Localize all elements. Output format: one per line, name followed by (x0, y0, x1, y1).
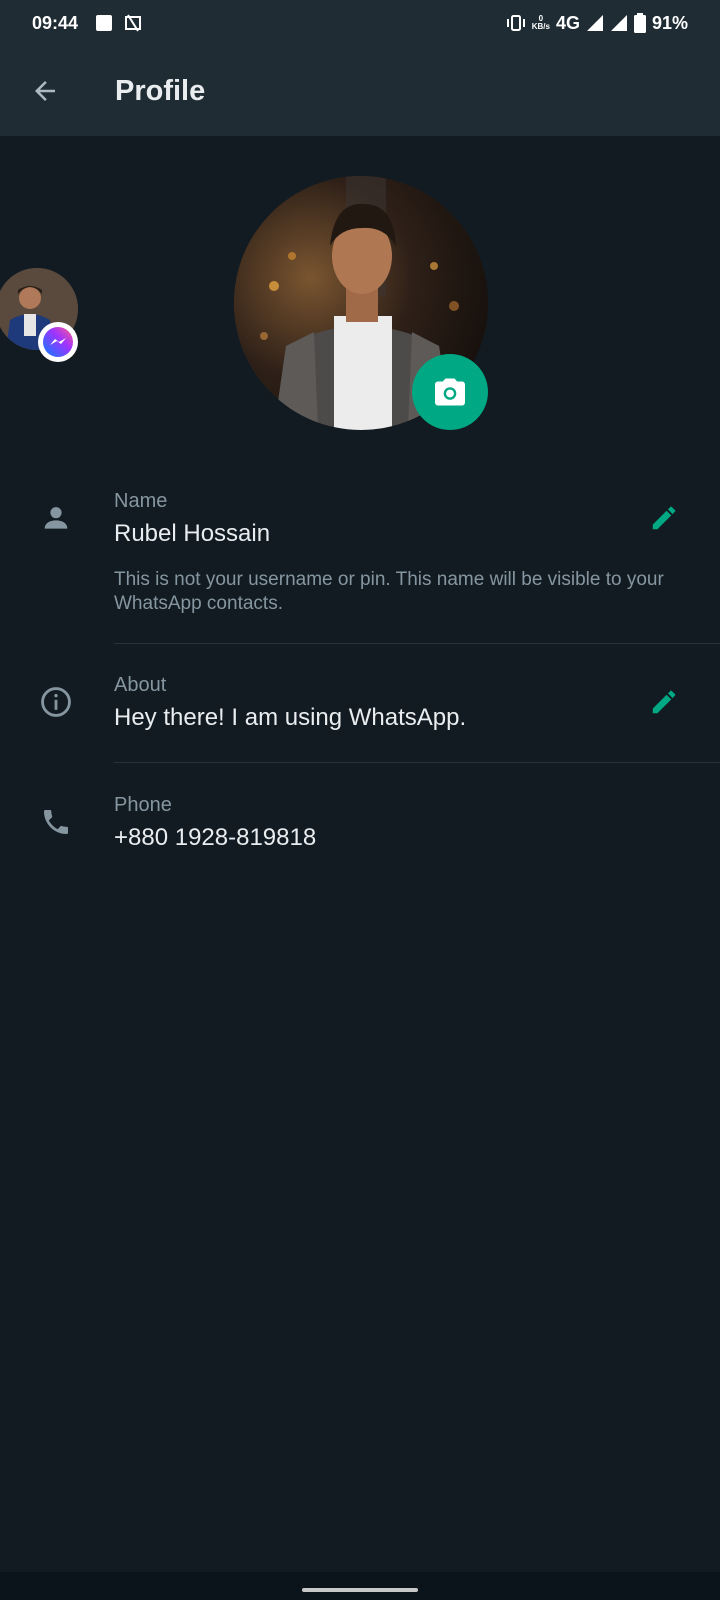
vibrate-icon (506, 15, 525, 31)
edit-about-button[interactable] (644, 682, 684, 722)
messenger-chat-head[interactable] (0, 268, 78, 362)
about-label: About (114, 674, 167, 696)
name-value: Rubel Hossain (114, 520, 271, 547)
status-bar: 09:44 0 KB/s 4G 91% (0, 0, 720, 46)
pencil-icon (652, 690, 676, 714)
phone-icon (44, 810, 68, 834)
edit-name-button[interactable] (644, 498, 684, 538)
phone-value: +880 1928-819818 (114, 824, 317, 851)
info-icon (41, 687, 71, 717)
signal-icon (586, 15, 603, 31)
screenshot-icon (125, 14, 142, 32)
name-icon-wrap (36, 498, 76, 538)
name-hint: This is not your username or pin. This n… (114, 569, 664, 614)
status-right-group: 0 KB/s 4G 91% (506, 13, 688, 34)
phone-row[interactable]: Phone +880 1928-819818 (0, 780, 720, 880)
profile-photo-container (234, 176, 488, 430)
app-bar: Profile (0, 46, 720, 136)
phone-icon-wrap (36, 802, 76, 842)
page-title: Profile (115, 74, 206, 107)
divider (114, 643, 720, 644)
about-row[interactable]: About Hey there! I am using WhatsApp. (0, 660, 720, 760)
change-photo-button[interactable] (412, 354, 488, 430)
pencil-icon (652, 506, 676, 530)
name-row[interactable]: Name Rubel Hossain This is not your user… (0, 470, 720, 630)
camera-icon (435, 378, 465, 406)
data-speed: 0 KB/s (532, 15, 550, 31)
home-gesture-handle[interactable] (302, 1588, 418, 1592)
phone-label: Phone (114, 794, 172, 816)
name-label: Name (114, 490, 168, 512)
messenger-icon (43, 327, 73, 357)
arrow-back-icon (35, 81, 55, 101)
about-icon-wrap (36, 682, 76, 722)
divider (114, 762, 720, 763)
battery-level: 91% (651, 12, 688, 33)
notification-square-icon (96, 15, 113, 31)
back-button[interactable] (15, 61, 75, 121)
messenger-badge (38, 322, 78, 362)
system-nav-bar (0, 1572, 720, 1600)
about-value: Hey there! I am using WhatsApp. (114, 704, 467, 731)
signal-icon-2 (610, 15, 627, 31)
battery-icon (633, 13, 646, 33)
network-type: 4G (555, 12, 580, 33)
status-time: 09:44 (32, 12, 79, 33)
data-speed-unit: KB/s (531, 22, 550, 31)
person-icon (44, 507, 68, 529)
